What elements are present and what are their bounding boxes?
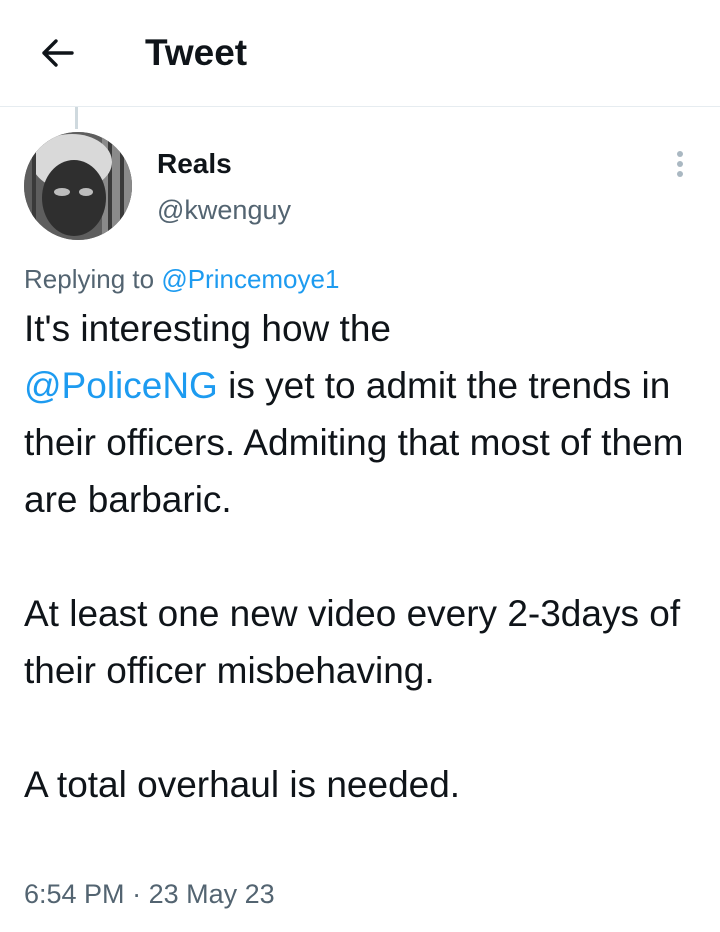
tweet-paragraph-2: At least one new video every 2-3days of … bbox=[24, 593, 681, 691]
tweet-date: 23 May 23 bbox=[148, 879, 275, 909]
more-vertical-icon bbox=[677, 151, 683, 157]
page-title: Tweet bbox=[145, 32, 248, 73]
replying-to-label: Replying to bbox=[24, 264, 155, 294]
thread-connector-line bbox=[75, 107, 78, 129]
reply-mention-link[interactable]: @Princemoye1 bbox=[161, 264, 339, 294]
replying-to-line: Replying to @Princemoye1 bbox=[24, 262, 339, 296]
author-display-name[interactable]: Reals bbox=[157, 146, 232, 182]
tweet-paragraph-3: A total overhaul is needed. bbox=[24, 764, 461, 805]
arrow-left-icon bbox=[42, 39, 74, 67]
tweet-timestamp: 6:54 PM · 23 May 23 bbox=[24, 876, 275, 912]
top-bar: Tweet bbox=[0, 0, 720, 106]
tweet-time: 6:54 PM bbox=[24, 879, 125, 909]
author-handle: @kwenguy bbox=[157, 195, 291, 225]
policeng-mention-link[interactable]: @PoliceNG bbox=[24, 365, 218, 406]
tweet-text: It's interesting how the @PoliceNG is yet… bbox=[24, 300, 704, 813]
profile-photo bbox=[24, 132, 132, 240]
back-button[interactable] bbox=[34, 30, 80, 76]
timestamp-separator: · bbox=[124, 879, 149, 909]
avatar[interactable] bbox=[24, 132, 132, 240]
tweet-paragraph-1: It's interesting how the @PoliceNG is yet… bbox=[24, 300, 704, 528]
header-divider bbox=[0, 106, 720, 107]
more-options-button[interactable] bbox=[664, 148, 696, 182]
tweet-text-segment: It's interesting how the bbox=[24, 308, 391, 349]
